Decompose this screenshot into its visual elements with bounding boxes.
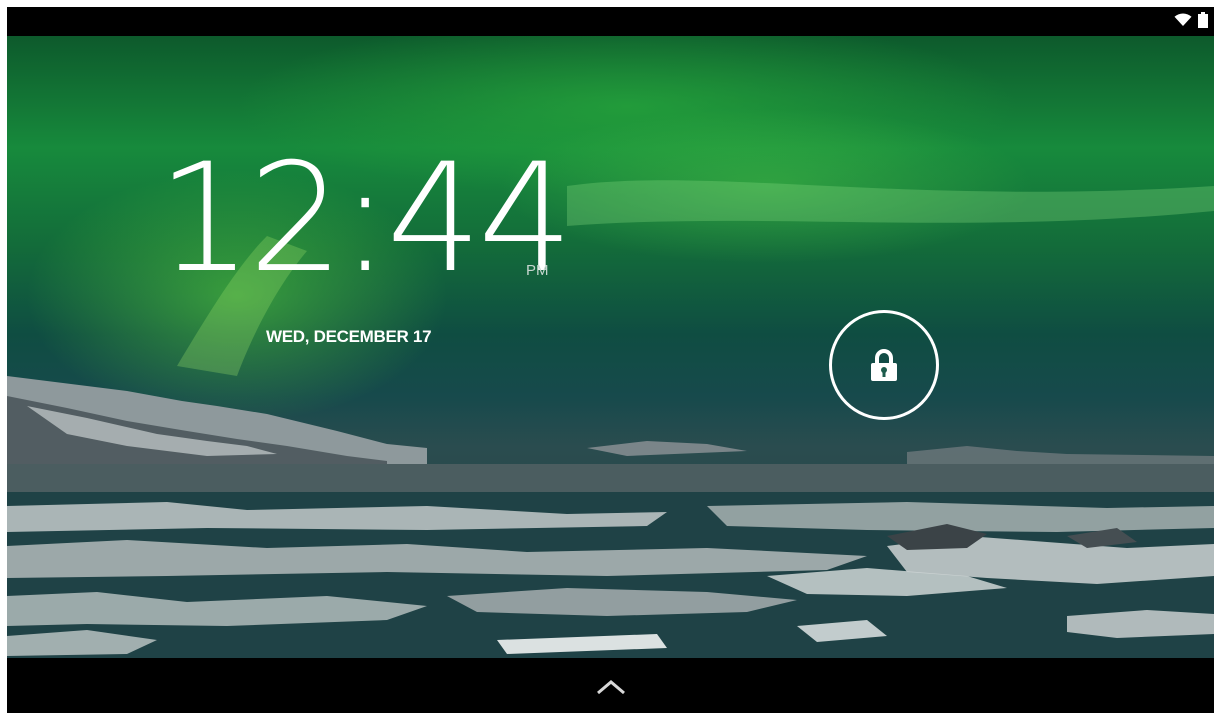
- date-label: WED, DECEMBER 17: [266, 327, 432, 346]
- status-icons: [1174, 12, 1208, 28]
- status-bar: [7, 7, 1214, 36]
- battery-icon: [1198, 12, 1208, 28]
- lock-icon: [871, 349, 897, 381]
- chevron-up-icon: [597, 680, 625, 695]
- lock-screen: 12:44 PM WED, DECEMBER 17: [7, 7, 1214, 713]
- clock-ampm: PM: [526, 262, 549, 279]
- unlock-button[interactable]: [829, 310, 939, 420]
- navigation-bar: [7, 658, 1214, 713]
- clock-time: 12:44: [157, 132, 573, 306]
- landscape-image: [7, 180, 1214, 658]
- swipe-up-button[interactable]: [594, 676, 628, 698]
- wallpaper: 12:44 PM WED, DECEMBER 17: [7, 36, 1214, 658]
- wifi-icon: [1174, 13, 1192, 26]
